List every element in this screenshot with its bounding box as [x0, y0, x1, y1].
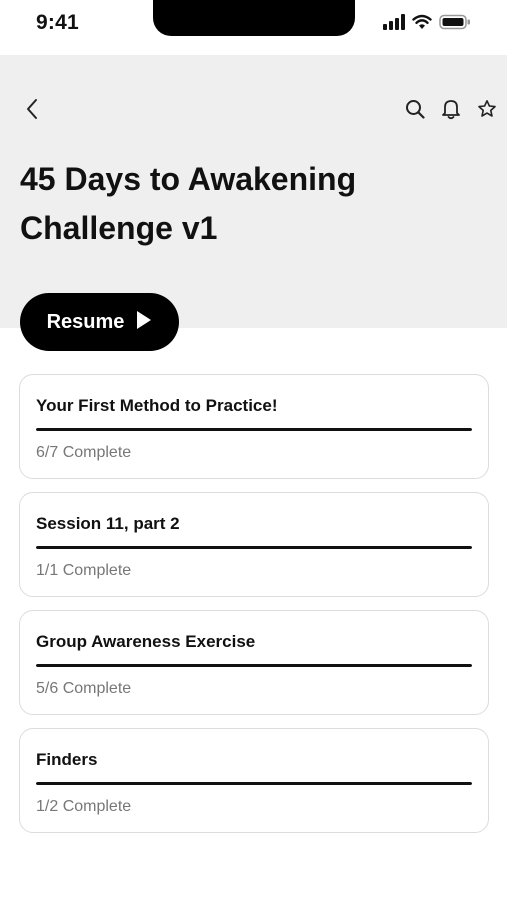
cellular-signal-icon: [383, 14, 405, 35]
header: 45 Days to Awakening Challenge v1: [0, 55, 507, 328]
back-button[interactable]: [20, 98, 44, 125]
status-icons: [383, 14, 471, 35]
device-notch: [153, 0, 355, 36]
progress-bar-fill: [36, 546, 472, 549]
notifications-button[interactable]: [439, 99, 463, 123]
progress-bar: [36, 664, 472, 667]
progress-bar: [36, 782, 472, 785]
section-title: Session 11, part 2: [36, 514, 180, 533]
status-bar: 9:41: [0, 0, 507, 55]
star-icon: [477, 99, 497, 124]
section-status: 1/2 Complete: [36, 798, 132, 815]
section-status: 5/6 Complete: [36, 680, 132, 697]
section-card[interactable]: Session 11, part 2 1/1 Complete: [19, 492, 489, 597]
favorite-button[interactable]: [475, 99, 499, 123]
section-title: Finders: [36, 750, 98, 769]
section-status: 6/7 Complete: [36, 444, 132, 461]
chevron-left-icon: [25, 98, 39, 125]
resume-label: Resume: [46, 310, 125, 333]
progress-bar: [36, 546, 472, 549]
resume-button[interactable]: Resume: [20, 293, 179, 351]
page-title: 45 Days to Awakening Challenge v1: [20, 161, 357, 246]
section-status: 1/1 Complete: [36, 562, 132, 579]
battery-icon: [439, 14, 471, 35]
progress-bar-fill: [36, 428, 472, 431]
section-list: Your First Method to Practice! 6/7 Compl…: [19, 374, 489, 846]
screen: 9:41 45 Days to Awakening Challenge v1 R…: [0, 0, 507, 900]
section-title: Group Awareness Exercise: [36, 632, 256, 651]
section-card[interactable]: Finders 1/2 Complete: [19, 728, 489, 833]
status-time: 9:41: [36, 11, 79, 34]
section-title: Your First Method to Practice!: [36, 396, 278, 415]
progress-bar-fill: [36, 664, 472, 667]
search-button[interactable]: [403, 99, 427, 123]
progress-bar-fill: [36, 782, 472, 785]
play-icon: [136, 310, 152, 335]
section-card[interactable]: Your First Method to Practice! 6/7 Compl…: [19, 374, 489, 479]
bell-icon: [441, 98, 461, 125]
search-icon: [405, 99, 425, 124]
section-card[interactable]: Group Awareness Exercise 5/6 Complete: [19, 610, 489, 715]
progress-bar: [36, 428, 472, 431]
wifi-icon: [412, 14, 432, 35]
header-actions: [403, 99, 499, 123]
